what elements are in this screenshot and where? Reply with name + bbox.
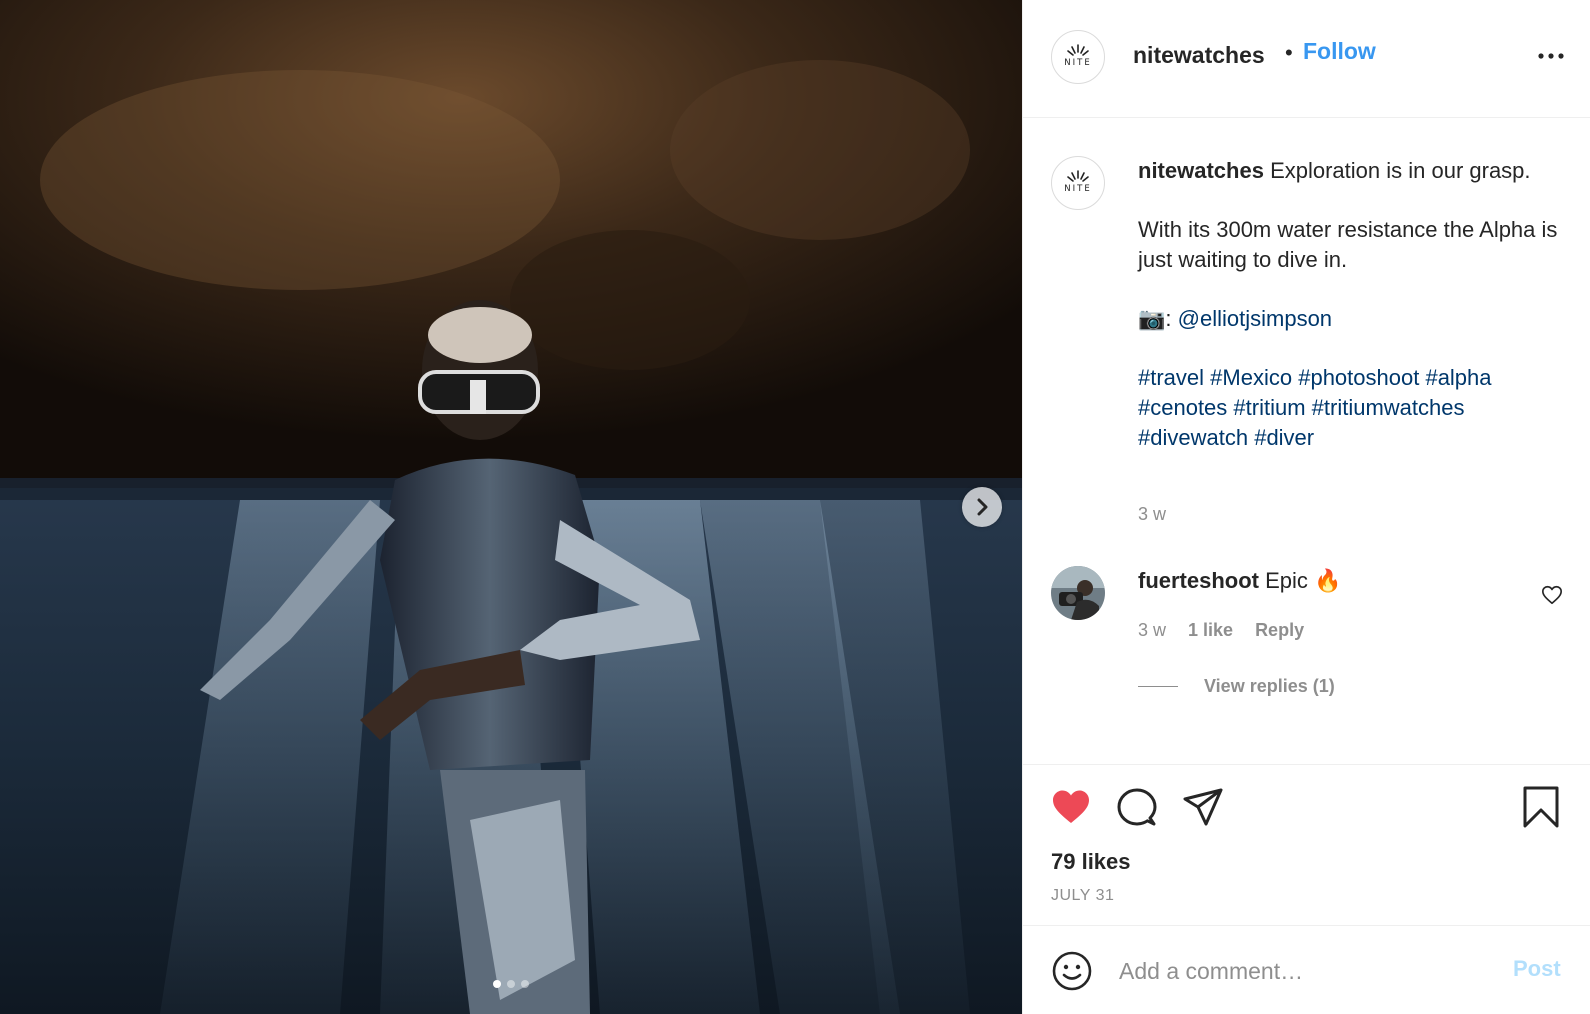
reply-button[interactable]: Reply [1255,620,1304,641]
hashtag-link[interactable]: #divewatch [1138,425,1248,450]
hashtag-link[interactable]: #cenotes [1138,395,1227,420]
hashtag-link[interactable]: #tritiumwatches [1312,395,1465,420]
camera-emoji: 📷 [1138,306,1166,331]
credit-mention-link[interactable]: @elliotjsimpson [1178,306,1332,331]
post-actions: 79 likes JULY 31 [1023,764,1590,926]
svg-text:NITE: NITE [1064,58,1091,68]
comments-scroll-area[interactable]: NITE nitewatches Exploration is in our g… [1023,118,1590,764]
hashtag-link[interactable]: #travel [1138,365,1204,390]
caption-line-2: With its 300m water resistance the Alpha… [1138,217,1558,272]
carousel-indicator [0,980,1022,988]
comment-username[interactable]: fuerteshoot [1138,568,1259,593]
view-replies-label: View replies (1) [1204,676,1335,696]
comment-likes-count[interactable]: 1 like [1188,620,1233,641]
separator-dot: • [1285,40,1293,65]
post-media [0,0,1022,1014]
account-avatar[interactable]: NITE [1051,30,1105,84]
caption-avatar[interactable]: NITE [1051,156,1105,210]
comment-meta: 3 w 1 like Reply [1138,620,1304,641]
post-caption: nitewatches Exploration is in our grasp.… [1138,156,1568,453]
likes-count[interactable]: 79 likes [1051,849,1131,875]
comment-like-heart-icon[interactable] [1541,584,1563,606]
caption-timestamp[interactable]: 3 w [1138,504,1166,525]
emoji-smiley-icon[interactable] [1051,950,1093,992]
chevron-right-icon [977,498,988,516]
caption-line-1: Exploration is in our grasp. [1270,158,1531,183]
save-bookmark-icon[interactable] [1519,785,1563,829]
post-date[interactable]: JULY 31 [1051,887,1114,905]
view-replies-button[interactable]: View replies (1) [1138,676,1335,697]
post-header: NITE nitewatches • Follow [1023,0,1590,118]
carousel-dot [507,980,515,988]
post-comment-button[interactable]: Post [1513,956,1561,982]
commenter-avatar[interactable] [1051,566,1105,620]
hashtag-list: #travel #Mexico #photoshoot #alpha #ceno… [1138,363,1568,453]
photo-credit: 📷: @elliotjsimpson [1138,304,1568,334]
nite-logo-icon: NITE [1064,170,1091,194]
add-comment-bar: Post [1023,926,1590,1014]
caption-username[interactable]: nitewatches [1138,158,1264,183]
nite-logo-icon: NITE [1064,44,1091,68]
hashtag-link[interactable]: #photoshoot [1298,365,1419,390]
hashtag-link[interactable]: #alpha [1425,365,1491,390]
follow-button[interactable]: Follow [1303,38,1376,65]
hashtag-link[interactable]: #diver [1254,425,1314,450]
post-sidebar: NITE nitewatches • Follow NITE nitewatch… [1022,0,1590,1014]
hashtag-link[interactable]: #Mexico [1210,365,1292,390]
next-image-button[interactable] [962,487,1002,527]
carousel-dot [493,980,501,988]
credit-prefix: : [1165,306,1172,331]
share-send-icon[interactable] [1181,785,1225,829]
comment-text: Epic [1265,568,1308,593]
fire-emoji: 🔥 [1314,568,1342,593]
comment-bubble-icon[interactable] [1115,785,1159,829]
replies-divider-line [1138,686,1178,687]
more-options-icon[interactable] [1533,44,1569,68]
post-photo [0,0,1022,1014]
comment-timestamp[interactable]: 3 w [1138,620,1166,641]
comment-body: fuerteshoot Epic 🔥 [1138,568,1341,594]
account-username[interactable]: nitewatches [1133,42,1265,69]
avatar-photo [1051,566,1105,620]
comment-input[interactable] [1119,954,1479,988]
carousel-dot [521,980,529,988]
like-heart-icon[interactable] [1049,785,1093,829]
hashtag-link[interactable]: #tritium [1233,395,1305,420]
svg-text:NITE: NITE [1064,184,1091,194]
